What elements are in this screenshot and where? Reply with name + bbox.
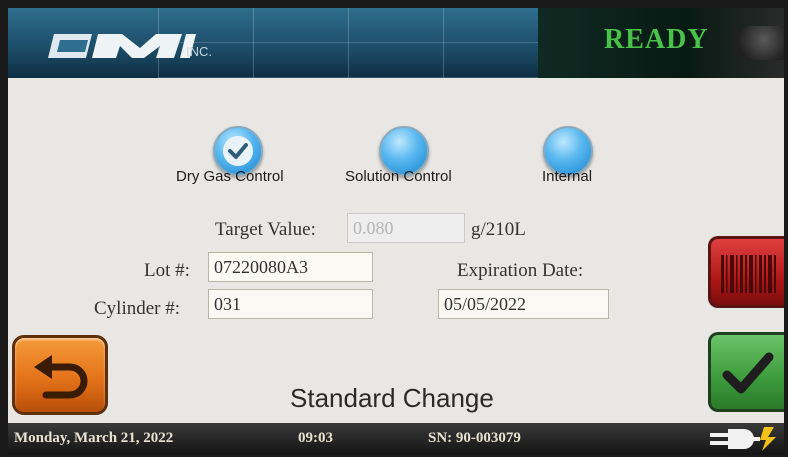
expiration-date-label: Expiration Date: xyxy=(457,260,584,281)
expiration-date-field[interactable]: 05/05/2022 xyxy=(438,289,609,319)
dry-gas-control-label: Dry Gas Control xyxy=(176,168,284,185)
date-display: Monday, March 21, 2022 xyxy=(14,430,174,446)
cylinder-label: Cylinder #: xyxy=(94,298,181,319)
target-value-label: Target Value: xyxy=(215,219,316,240)
checkmark-icon xyxy=(722,352,774,394)
solution-control-label: Solution Control xyxy=(345,168,452,185)
ready-status: READY xyxy=(604,24,709,55)
header-grid-decoration xyxy=(158,8,538,78)
target-value-field: 0.080 xyxy=(347,213,465,243)
page-title: Standard Change xyxy=(290,383,494,413)
back-button[interactable] xyxy=(12,335,108,415)
target-unit-label: g/210L xyxy=(471,219,526,240)
power-plug-icon xyxy=(710,427,776,451)
barcode-icon xyxy=(721,255,776,293)
header-corner-decoration xyxy=(734,26,784,60)
back-arrow-icon xyxy=(34,355,88,399)
instrument-screen: INC. READY Dry Gas Control Solution Cont… xyxy=(8,8,784,455)
lot-number-field[interactable]: 07220080A3 xyxy=(208,252,373,282)
time-display: 09:03 xyxy=(298,430,333,446)
serial-number: SN: 90-003079 xyxy=(428,430,521,446)
checkmark-icon xyxy=(223,136,253,166)
cylinder-number-field[interactable]: 031 xyxy=(208,289,373,319)
status-bar: Monday, March 21, 2022 09:03 SN: 90-0030… xyxy=(8,423,784,455)
cmi-logo xyxy=(48,34,196,58)
lot-label: Lot #: xyxy=(144,260,190,281)
barcode-scan-button[interactable] xyxy=(708,236,784,308)
internal-label: Internal xyxy=(542,168,593,185)
logo-inc-text: INC. xyxy=(186,44,212,59)
header-bar: INC. READY xyxy=(8,8,784,78)
accept-button[interactable] xyxy=(708,332,784,412)
